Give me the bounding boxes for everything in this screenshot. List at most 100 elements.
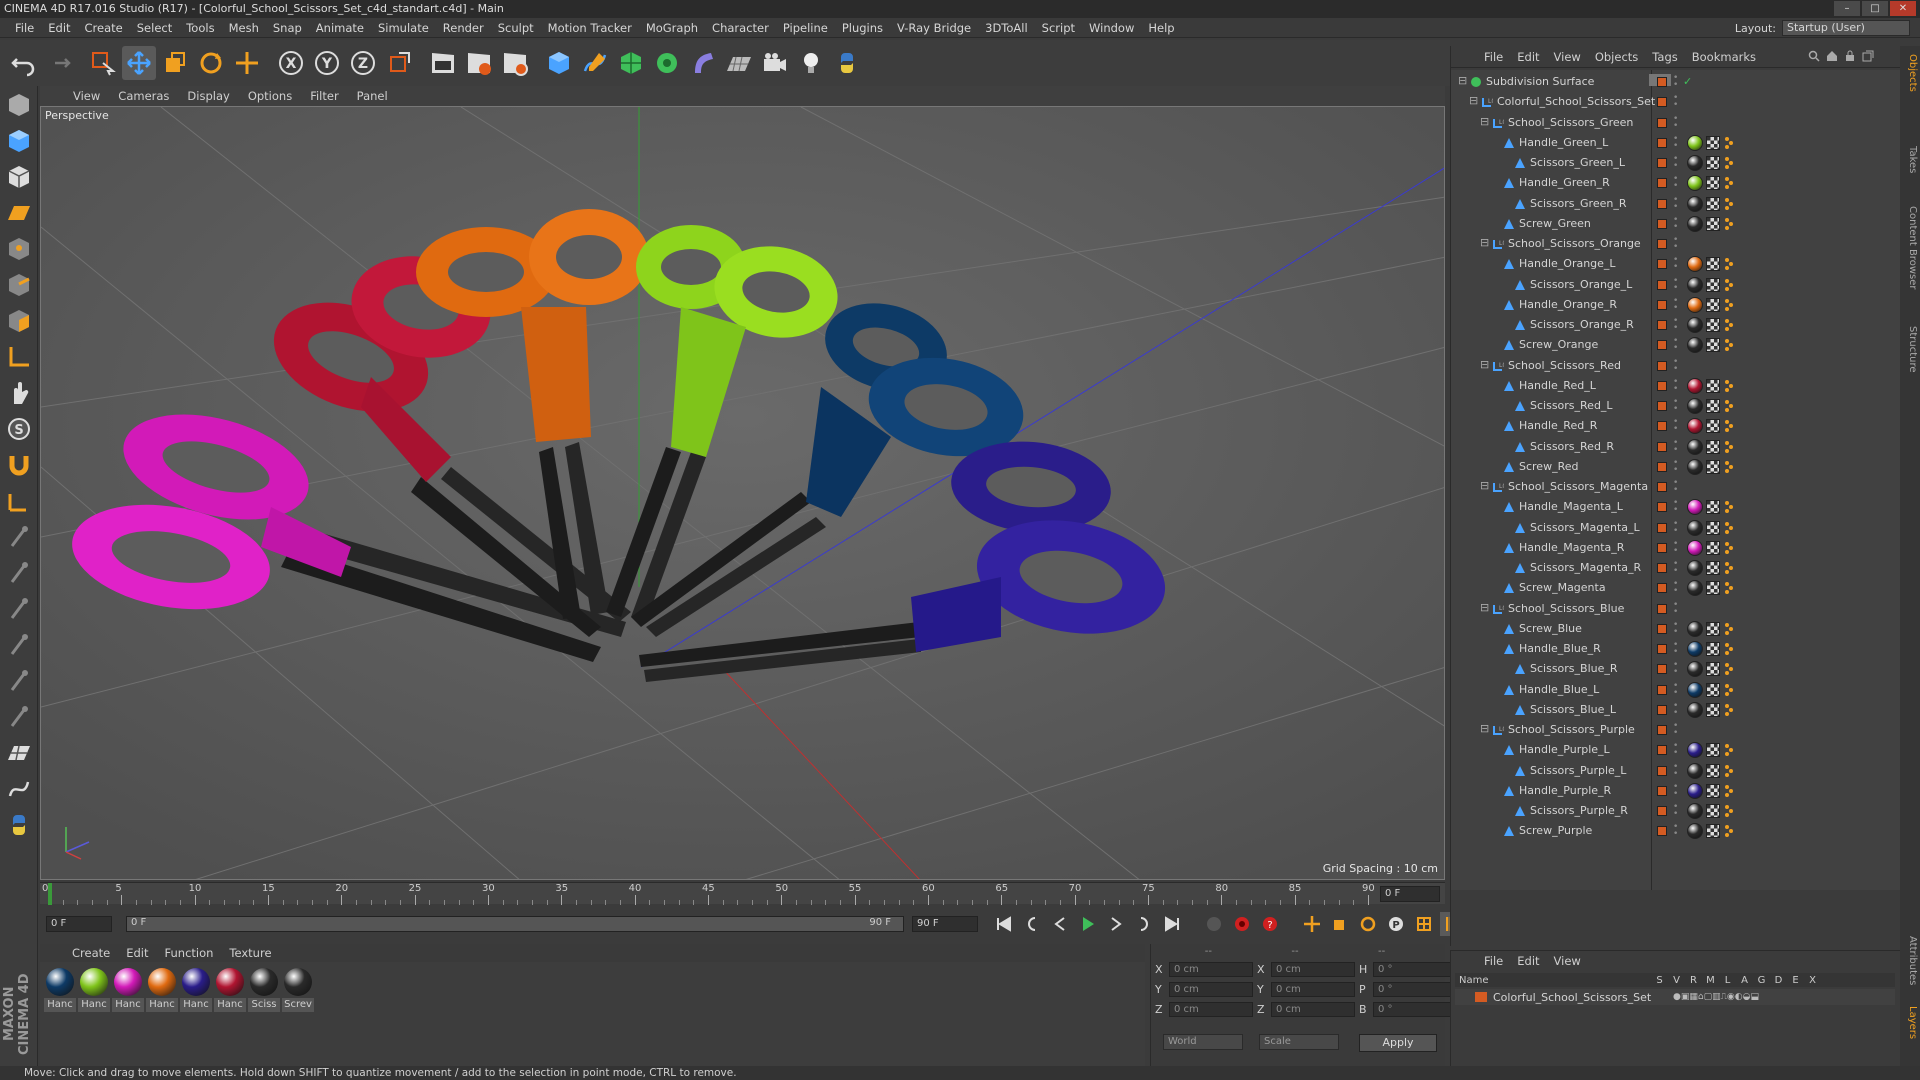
- x-axis-button[interactable]: X: [274, 46, 308, 80]
- object-row[interactable]: Screw_Purple • •: [1451, 821, 1901, 841]
- brush-tool-2[interactable]: [2, 556, 36, 590]
- material-tag-icon[interactable]: [1687, 438, 1703, 455]
- object-name[interactable]: Scissors_Orange_R: [1530, 318, 1634, 331]
- visibility-dots-icon[interactable]: • •: [1673, 296, 1679, 312]
- coords-position-field[interactable]: 0 cm: [1169, 962, 1253, 977]
- object-name[interactable]: Handle_Green_R: [1519, 176, 1610, 189]
- coords-position-field[interactable]: 0 cm: [1169, 982, 1253, 997]
- coords-position-field[interactable]: 0 cm: [1169, 1002, 1253, 1017]
- axis-mode-button[interactable]: [2, 340, 36, 374]
- object-name[interactable]: Scissors_Orange_L: [1530, 278, 1632, 291]
- go-to-start-button[interactable]: [992, 912, 1016, 936]
- brush-tool-5[interactable]: [2, 664, 36, 698]
- material-tag-icon[interactable]: [1687, 519, 1703, 536]
- next-frame-button[interactable]: [1104, 912, 1128, 936]
- phong-tag-icon[interactable]: [1724, 460, 1734, 474]
- expand-toggle-icon[interactable]: ⊟: [1480, 358, 1489, 371]
- light-button[interactable]: [794, 46, 828, 80]
- material-swatch[interactable]: Hanc: [78, 968, 110, 1012]
- object-row[interactable]: Scissors_Blue_R • •: [1451, 659, 1901, 679]
- object-row[interactable]: ⊟ L0 Colorful_School_Scissors_Set • •: [1451, 92, 1901, 112]
- visibility-dots-icon[interactable]: • •: [1673, 641, 1679, 657]
- record-off-button[interactable]: [1202, 912, 1226, 936]
- phong-tag-icon[interactable]: [1724, 176, 1734, 190]
- object-name[interactable]: Scissors_Red_L: [1530, 399, 1613, 412]
- layer-column-l[interactable]: L: [1719, 975, 1736, 986]
- visibility-dots-icon[interactable]: • •: [1673, 661, 1679, 677]
- visibility-dots-icon[interactable]: • •: [1673, 580, 1679, 596]
- layer-color-icon[interactable]: [1657, 603, 1667, 614]
- object-row[interactable]: Scissors_Magenta_R • •: [1451, 558, 1901, 578]
- material-tag-icon[interactable]: [1687, 134, 1703, 151]
- menu-tools[interactable]: Tools: [179, 21, 221, 35]
- layer-column-g[interactable]: G: [1753, 975, 1770, 986]
- layer-color-icon[interactable]: [1657, 97, 1667, 108]
- visibility-dots-icon[interactable]: • •: [1673, 134, 1679, 150]
- viewport-menu-cameras[interactable]: Cameras: [109, 89, 178, 103]
- layer-color-icon[interactable]: [1657, 401, 1667, 411]
- texture-tag-icon[interactable]: [1706, 156, 1720, 170]
- layer-color-icon[interactable]: [1657, 198, 1667, 209]
- texture-tag-icon[interactable]: [1706, 662, 1720, 677]
- coords-size-field[interactable]: 0 cm: [1271, 982, 1355, 997]
- material-tag-icon[interactable]: [1687, 256, 1703, 273]
- side-tab-structure[interactable]: Structure: [1902, 326, 1918, 373]
- phong-tag-icon[interactable]: [1724, 136, 1734, 150]
- python-button[interactable]: [830, 46, 864, 80]
- visibility-dots-icon[interactable]: • •: [1673, 782, 1679, 798]
- layer-color-icon[interactable]: [1657, 482, 1667, 492]
- visibility-dots-icon[interactable]: • •: [1673, 742, 1679, 758]
- visibility-dots-icon[interactable]: • •: [1673, 94, 1679, 110]
- coords-rotation-field[interactable]: 0 °: [1373, 982, 1457, 997]
- object-menu-bookmarks[interactable]: Bookmarks: [1685, 50, 1763, 64]
- layout-dropdown[interactable]: Startup (User): [1782, 20, 1910, 36]
- menu-mograph[interactable]: MoGraph: [639, 21, 705, 35]
- key-position-button[interactable]: [1300, 912, 1324, 936]
- menu-animate[interactable]: Animate: [309, 21, 371, 35]
- material-tag-icon[interactable]: [1687, 742, 1703, 759]
- phong-tag-icon[interactable]: [1724, 581, 1734, 595]
- phong-tag-icon[interactable]: [1724, 338, 1734, 352]
- material-tag-icon[interactable]: [1687, 175, 1703, 192]
- brush-tool-3[interactable]: [2, 592, 36, 626]
- layer-column-name[interactable]: Name: [1455, 975, 1651, 986]
- layer-column-x[interactable]: X: [1804, 975, 1821, 986]
- menu-mesh[interactable]: Mesh: [222, 21, 266, 35]
- menu-window[interactable]: Window: [1082, 21, 1141, 35]
- texture-tag-icon[interactable]: [1706, 419, 1720, 434]
- visibility-dots-icon[interactable]: • •: [1673, 74, 1679, 90]
- object-name[interactable]: Handle_Magenta_R: [1519, 541, 1624, 554]
- object-name[interactable]: Scissors_Magenta_R: [1530, 561, 1641, 574]
- object-row[interactable]: Screw_Red • •: [1451, 457, 1901, 477]
- layer-color-icon[interactable]: [1657, 785, 1667, 796]
- material-tag-icon[interactable]: [1687, 337, 1703, 354]
- scale-tool-button[interactable]: [158, 46, 192, 80]
- object-name[interactable]: Scissors_Blue_R: [1530, 662, 1618, 675]
- object-name[interactable]: Scissors_Red_R: [1530, 440, 1614, 453]
- texture-tag-icon[interactable]: [1706, 459, 1720, 474]
- material-swatch[interactable]: Hanc: [214, 968, 246, 1012]
- visibility-dots-icon[interactable]: • •: [1673, 701, 1679, 717]
- visibility-dots-icon[interactable]: • •: [1673, 317, 1679, 333]
- layer-column-m[interactable]: M: [1702, 975, 1719, 986]
- object-row[interactable]: Screw_Orange • •: [1451, 335, 1901, 355]
- phong-tag-icon[interactable]: [1724, 683, 1734, 697]
- material-tag-icon[interactable]: [1687, 782, 1703, 799]
- menu-edit[interactable]: Edit: [41, 21, 77, 35]
- object-name[interactable]: Handle_Purple_L: [1519, 743, 1610, 756]
- visibility-dots-icon[interactable]: • •: [1673, 600, 1679, 616]
- side-tab-objects[interactable]: Objects: [1902, 54, 1918, 92]
- layer-color-icon[interactable]: [1657, 279, 1667, 290]
- visibility-dots-icon[interactable]: • •: [1673, 357, 1679, 373]
- layer-menu-edit[interactable]: Edit: [1510, 954, 1546, 968]
- visibility-dots-icon[interactable]: • •: [1673, 539, 1679, 555]
- render-view-button[interactable]: [426, 46, 460, 80]
- object-name[interactable]: Screw_Red: [1519, 460, 1578, 473]
- close-button[interactable]: ✕: [1890, 1, 1916, 16]
- side-tab-takes[interactable]: Takes: [1902, 146, 1918, 173]
- layer-color-icon[interactable]: [1657, 745, 1667, 756]
- redo-button[interactable]: [42, 46, 76, 80]
- phong-tag-icon[interactable]: [1724, 500, 1734, 514]
- material-tag-icon[interactable]: [1687, 296, 1703, 313]
- texture-tag-icon[interactable]: [1706, 196, 1720, 211]
